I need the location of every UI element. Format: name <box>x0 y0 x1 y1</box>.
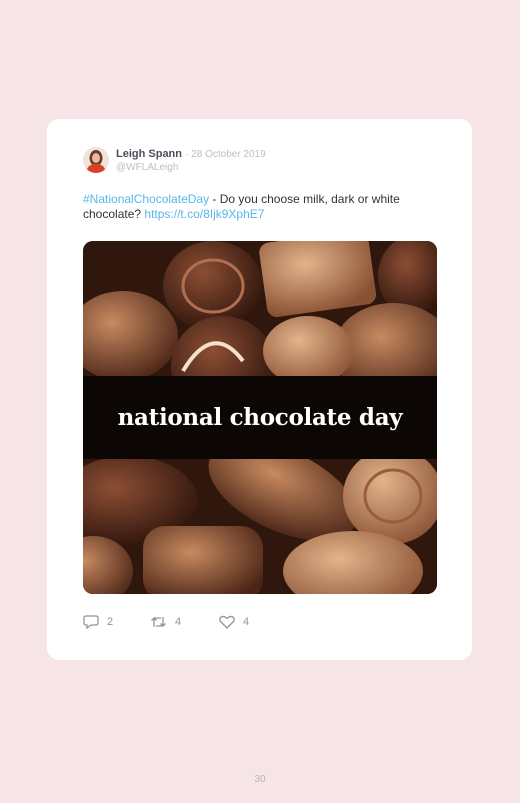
reply-icon <box>83 615 99 629</box>
image-caption: national chocolate day <box>117 404 403 431</box>
retweet-icon <box>151 617 166 627</box>
tweet-url-link[interactable]: https://t.co/8Ijk9XphE7 <box>144 207 264 221</box>
page-number: 30 <box>254 774 266 785</box>
like-button[interactable]: 4 <box>219 615 249 629</box>
tweet-text: #NationalChocolateDay - Do you choose mi… <box>83 192 443 222</box>
retweet-count: 4 <box>175 616 182 628</box>
tweet-date: · 28 October 2019 <box>185 149 266 160</box>
author-handle[interactable]: @WFLALeigh <box>116 162 178 173</box>
author-name-text[interactable]: Leigh Spann <box>116 148 182 160</box>
tweet-image[interactable]: national chocolate day <box>83 241 437 594</box>
avatar[interactable] <box>83 147 109 173</box>
hashtag-link[interactable]: #NationalChocolateDay <box>83 192 209 206</box>
like-icon <box>219 615 235 629</box>
author-name[interactable]: Leigh Spann · 28 October 2019 <box>116 148 266 160</box>
tweet-card: Leigh Spann · 28 October 2019 @WFLALeigh… <box>47 119 472 660</box>
reply-button[interactable]: 2 <box>83 615 113 629</box>
like-count: 4 <box>243 616 250 628</box>
retweet-button[interactable]: 4 <box>150 615 181 629</box>
reply-count: 2 <box>107 616 114 628</box>
image-banner: national chocolate day <box>83 376 437 459</box>
